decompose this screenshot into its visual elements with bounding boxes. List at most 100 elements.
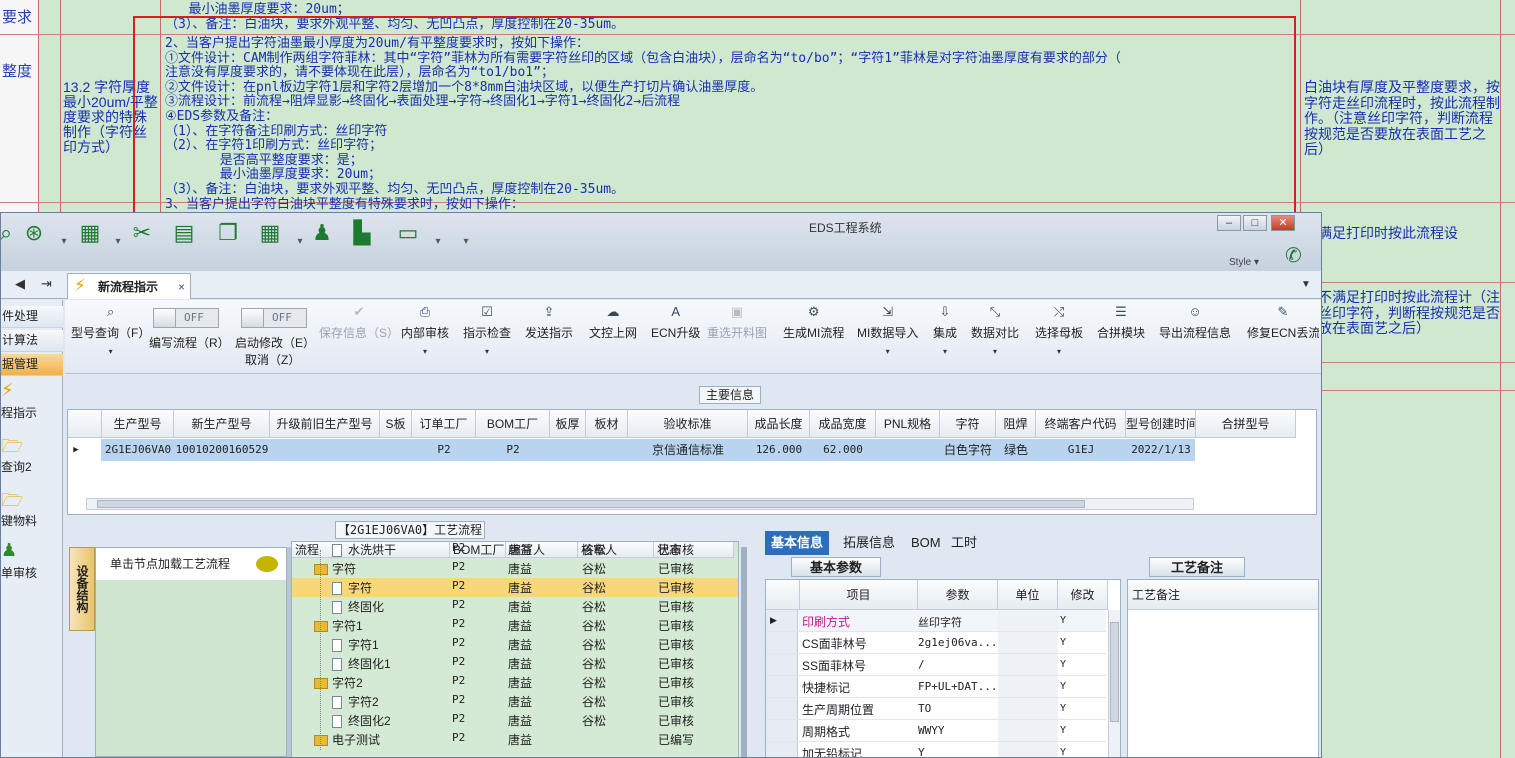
scissors-icon[interactable]: ✂	[127, 218, 157, 248]
table-row[interactable]: 字符 P2 唐益 谷松 已审核	[292, 578, 738, 597]
column-header[interactable]: 终端客户代码	[1036, 410, 1126, 438]
table-row[interactable]: 生产周期位置 TO Y	[766, 698, 1106, 720]
table-row[interactable]: 电子测试 P2 唐益 已编写	[292, 730, 738, 749]
table-row[interactable]: ▶ 印刷方式 丝印字符 Y	[766, 610, 1106, 632]
chevron-down-icon[interactable]: ▾	[295, 227, 305, 257]
table-row[interactable]: CS面菲林号 2g1ej06va... Y	[766, 632, 1106, 654]
param-cell-param[interactable]: /	[918, 658, 996, 671]
column-header[interactable]: 参数	[918, 580, 998, 610]
nav-item-data-management[interactable]: 据管理	[1, 354, 63, 376]
param-cell-param[interactable]: 丝印字符	[918, 614, 996, 630]
ecn-upgrade-button[interactable]: A ECN升级	[651, 304, 700, 368]
column-header[interactable]: 新生产型号	[174, 410, 270, 438]
table-row[interactable]: SS面菲林号 / Y	[766, 654, 1106, 676]
cell-new-model[interactable]: 10010200160529	[174, 440, 270, 460]
nav-enter-icon[interactable]: ⇥	[41, 276, 52, 292]
table-row[interactable]: 字符2 P2 唐益 谷松 已审核	[292, 673, 738, 692]
cell-width[interactable]: 62.000	[810, 440, 876, 460]
nav-back-icon[interactable]: ◀	[15, 276, 25, 292]
column-header[interactable]: 验收标准	[628, 410, 748, 438]
subtab-process-notes[interactable]: 工艺备注	[1149, 557, 1245, 577]
factory-icon[interactable]: ▙	[347, 218, 377, 248]
mi-import-button[interactable]: ⇲ MI数据导入 ▾	[857, 304, 918, 368]
column-header[interactable]: 升级前旧生产型号	[270, 410, 380, 438]
edit-flow-toggle[interactable]: OFF	[153, 308, 219, 328]
copy-icon[interactable]: ❐	[213, 218, 243, 248]
phone-icon[interactable]: ✆	[1285, 243, 1302, 268]
minimize-button[interactable]: –	[1217, 215, 1241, 231]
repair-ecn-button[interactable]: ✎ 修复ECN丢流	[1247, 304, 1319, 368]
cell-end-customer[interactable]: G1EJ	[1036, 440, 1126, 460]
table-row[interactable]: 水洗烘干 P2 唐益 谷松 已审核	[292, 542, 738, 559]
tab-close-icon[interactable]: ×	[178, 275, 185, 299]
model-query-button[interactable]: ⌕ 型号查询（F） ▾	[71, 304, 150, 368]
table-row[interactable]: 字符1 P2 唐益 谷松 已审核	[292, 635, 738, 654]
table-row[interactable]: 字符1 P2 唐益 谷松 已审核	[292, 616, 738, 635]
tab-extended-info[interactable]: 拓展信息	[837, 531, 901, 555]
grid-icon[interactable]: ▦	[75, 218, 105, 248]
maximize-button[interactable]: □	[1243, 215, 1267, 231]
tab-equipment-structure[interactable]: 设备结构	[69, 547, 95, 631]
cell-legend[interactable]: 白色字符	[940, 440, 996, 460]
column-header[interactable]: 合拼型号	[1196, 410, 1296, 438]
chevron-down-icon[interactable]: ▾	[59, 227, 69, 257]
column-header[interactable]: 修改	[1058, 580, 1108, 610]
cancel-button[interactable]: 取消（Z）	[245, 351, 300, 368]
horizontal-scrollbar[interactable]	[86, 498, 1194, 510]
scroll-thumb[interactable]	[97, 500, 1085, 508]
search-icon[interactable]: ⌕	[1, 218, 21, 248]
param-cell-param[interactable]: WWYY	[918, 724, 996, 737]
film-icon[interactable]: ▤	[169, 218, 199, 248]
cell-production-model[interactable]: 2G1EJ06VA0	[102, 440, 174, 460]
cell-order-factory[interactable]: P2	[412, 440, 476, 460]
column-header[interactable]: 单位	[998, 580, 1058, 610]
upload-docs-button[interactable]: ☁ 文控上网	[589, 304, 637, 368]
column-header[interactable]: PNL规格	[876, 410, 940, 438]
tab-work-hours[interactable]: 工时	[945, 531, 983, 555]
select-master-button[interactable]: ⤭ 选择母板 ▾	[1035, 304, 1083, 368]
tab-bom[interactable]: BOM	[905, 531, 947, 555]
generate-mi-button[interactable]: ⚙ 生成MI流程	[783, 304, 844, 368]
refresh-icon[interactable]: ⊛	[19, 218, 49, 248]
scroll-thumb[interactable]	[1110, 622, 1119, 722]
cell-bom-factory[interactable]: P2	[476, 440, 550, 460]
chevron-down-icon[interactable]: ▾	[433, 227, 443, 257]
column-header[interactable]: 生产型号	[102, 410, 174, 438]
param-cell-param[interactable]: Y	[918, 746, 996, 757]
param-cell-param[interactable]: FP+UL+DAT...	[918, 680, 996, 693]
comment-icon[interactable]	[256, 556, 278, 572]
nav-item-file-processing[interactable]: 件处理	[1, 306, 63, 328]
table-row[interactable]: 终固化2 P2 唐益 谷松 已审核	[292, 711, 738, 730]
combine-module-button[interactable]: ☰ 合拼模块	[1097, 304, 1145, 368]
table-row[interactable]: 周期格式 WWYY Y	[766, 720, 1106, 742]
chevron-down-icon[interactable]: ▾	[461, 227, 471, 257]
table-row[interactable]: 字符2 P2 唐益 谷松 已审核	[292, 692, 738, 711]
column-header[interactable]: S板	[380, 410, 412, 438]
cell-length[interactable]: 126.000	[748, 440, 810, 460]
column-header[interactable]: 成品宽度	[810, 410, 876, 438]
column-header[interactable]: 字符	[940, 410, 996, 438]
param-cell-param[interactable]: 2g1ej06va...	[918, 636, 996, 649]
vertical-scrollbar[interactable]	[1108, 610, 1120, 757]
param-cell-param[interactable]: TO	[918, 702, 996, 715]
cell-created-date[interactable]: 2022/1/13	[1126, 440, 1196, 460]
reselect-chart-button[interactable]: ▣ 重选开料图	[707, 304, 767, 368]
internal-review-button[interactable]: ⎙ 内部审核 ▾	[401, 304, 449, 368]
column-header[interactable]: BOM工厂	[476, 410, 550, 438]
tab-basic-info[interactable]: 基本信息	[765, 531, 830, 555]
style-menu[interactable]: Style ▾	[1229, 257, 1259, 268]
column-header[interactable]: 板材	[586, 410, 628, 438]
user-icon[interactable]: ♟	[307, 218, 337, 248]
column-header[interactable]: 成品长度	[748, 410, 810, 438]
splitter[interactable]	[741, 547, 747, 757]
save-info-button[interactable]: ✔ 保存信息（S）	[319, 304, 399, 368]
data-compare-button[interactable]: ⤡ 数据对比 ▾	[971, 304, 1019, 368]
start-modify-toggle[interactable]: OFF	[241, 308, 307, 328]
column-header[interactable]: 阻焊	[996, 410, 1036, 438]
tab-new-flow-instruction[interactable]: ⚡ 新流程指示 ×	[67, 273, 191, 299]
column-header[interactable]: 板厚	[550, 410, 586, 438]
cell-solder-mask[interactable]: 绿色	[996, 440, 1036, 460]
column-header[interactable]: 型号创建时间	[1126, 410, 1196, 438]
nav-item-calculation[interactable]: 计算法	[1, 330, 63, 352]
instruction-check-button[interactable]: ☑ 指示检查 ▾	[463, 304, 511, 368]
